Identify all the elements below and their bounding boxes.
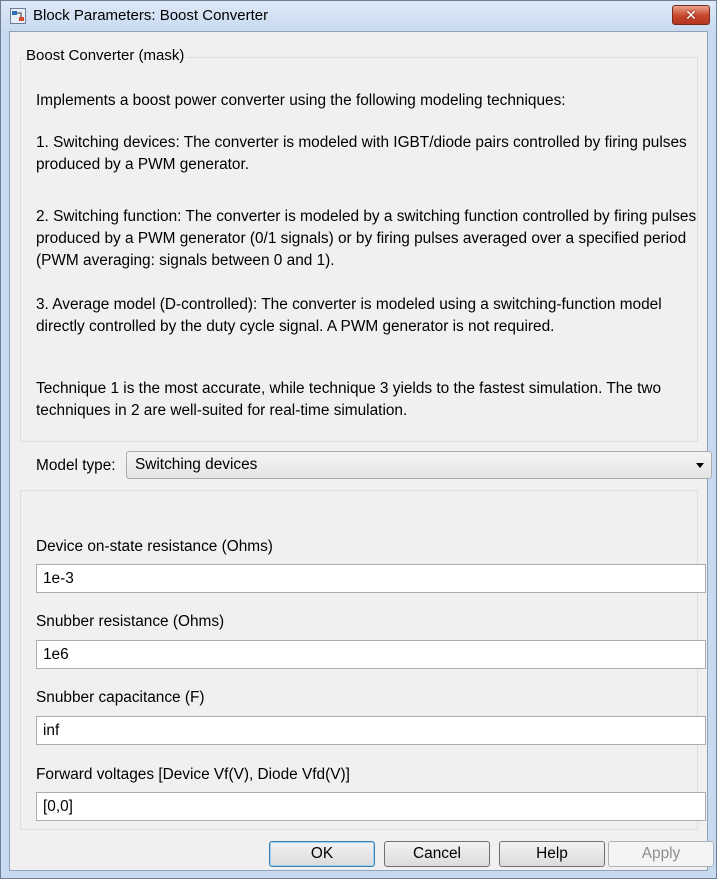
window-title: Block Parameters: Boost Converter (33, 7, 269, 24)
dialog-body: Boost Converter (mask) Implements a boos… (9, 31, 712, 871)
snubber-capacitance-label: Snubber capacitance (F) (36, 689, 205, 706)
on-state-resistance-label: Device on-state resistance (Ohms) (36, 538, 273, 555)
apply-button[interactable]: Apply (608, 841, 714, 867)
snubber-capacitance-input[interactable]: inf (36, 716, 706, 745)
snubber-resistance-label: Snubber resistance (Ohms) (36, 613, 225, 630)
model-type-label: Model type: (36, 457, 116, 474)
close-button[interactable]: ✕ (672, 5, 710, 25)
group-legend: Boost Converter (mask) (24, 45, 187, 67)
dialog-window: Block Parameters: Boost Converter ✕ Boos… (0, 0, 717, 879)
snubber-resistance-input[interactable]: 1e6 (36, 640, 706, 669)
ok-button[interactable]: OK (269, 841, 375, 867)
description-technique-1: 1. Switching devices: The converter is m… (36, 134, 687, 173)
description-summary: Technique 1 is the most accurate, while … (36, 380, 662, 419)
description-intro: Implements a boost power converter using… (36, 92, 566, 109)
description-technique-2: 2. Switching function: The converter is … (36, 208, 697, 269)
on-state-resistance-input[interactable]: 1e-3 (36, 564, 706, 593)
cancel-button[interactable]: Cancel (384, 841, 490, 867)
description-technique-3: 3. Average model (D-controlled): The con… (36, 296, 662, 335)
help-button[interactable]: Help (499, 841, 605, 867)
close-icon: ✕ (685, 7, 697, 23)
chevron-down-icon (696, 463, 704, 468)
model-type-value: Switching devices (135, 456, 258, 473)
simulink-block-icon (10, 8, 26, 24)
model-type-select[interactable]: Switching devices (126, 451, 712, 479)
title-bar[interactable]: Block Parameters: Boost Converter ✕ (1, 1, 716, 31)
forward-voltages-label: Forward voltages [Device Vf(V), Diode Vf… (36, 766, 350, 783)
forward-voltages-input[interactable]: [0,0] (36, 792, 706, 821)
